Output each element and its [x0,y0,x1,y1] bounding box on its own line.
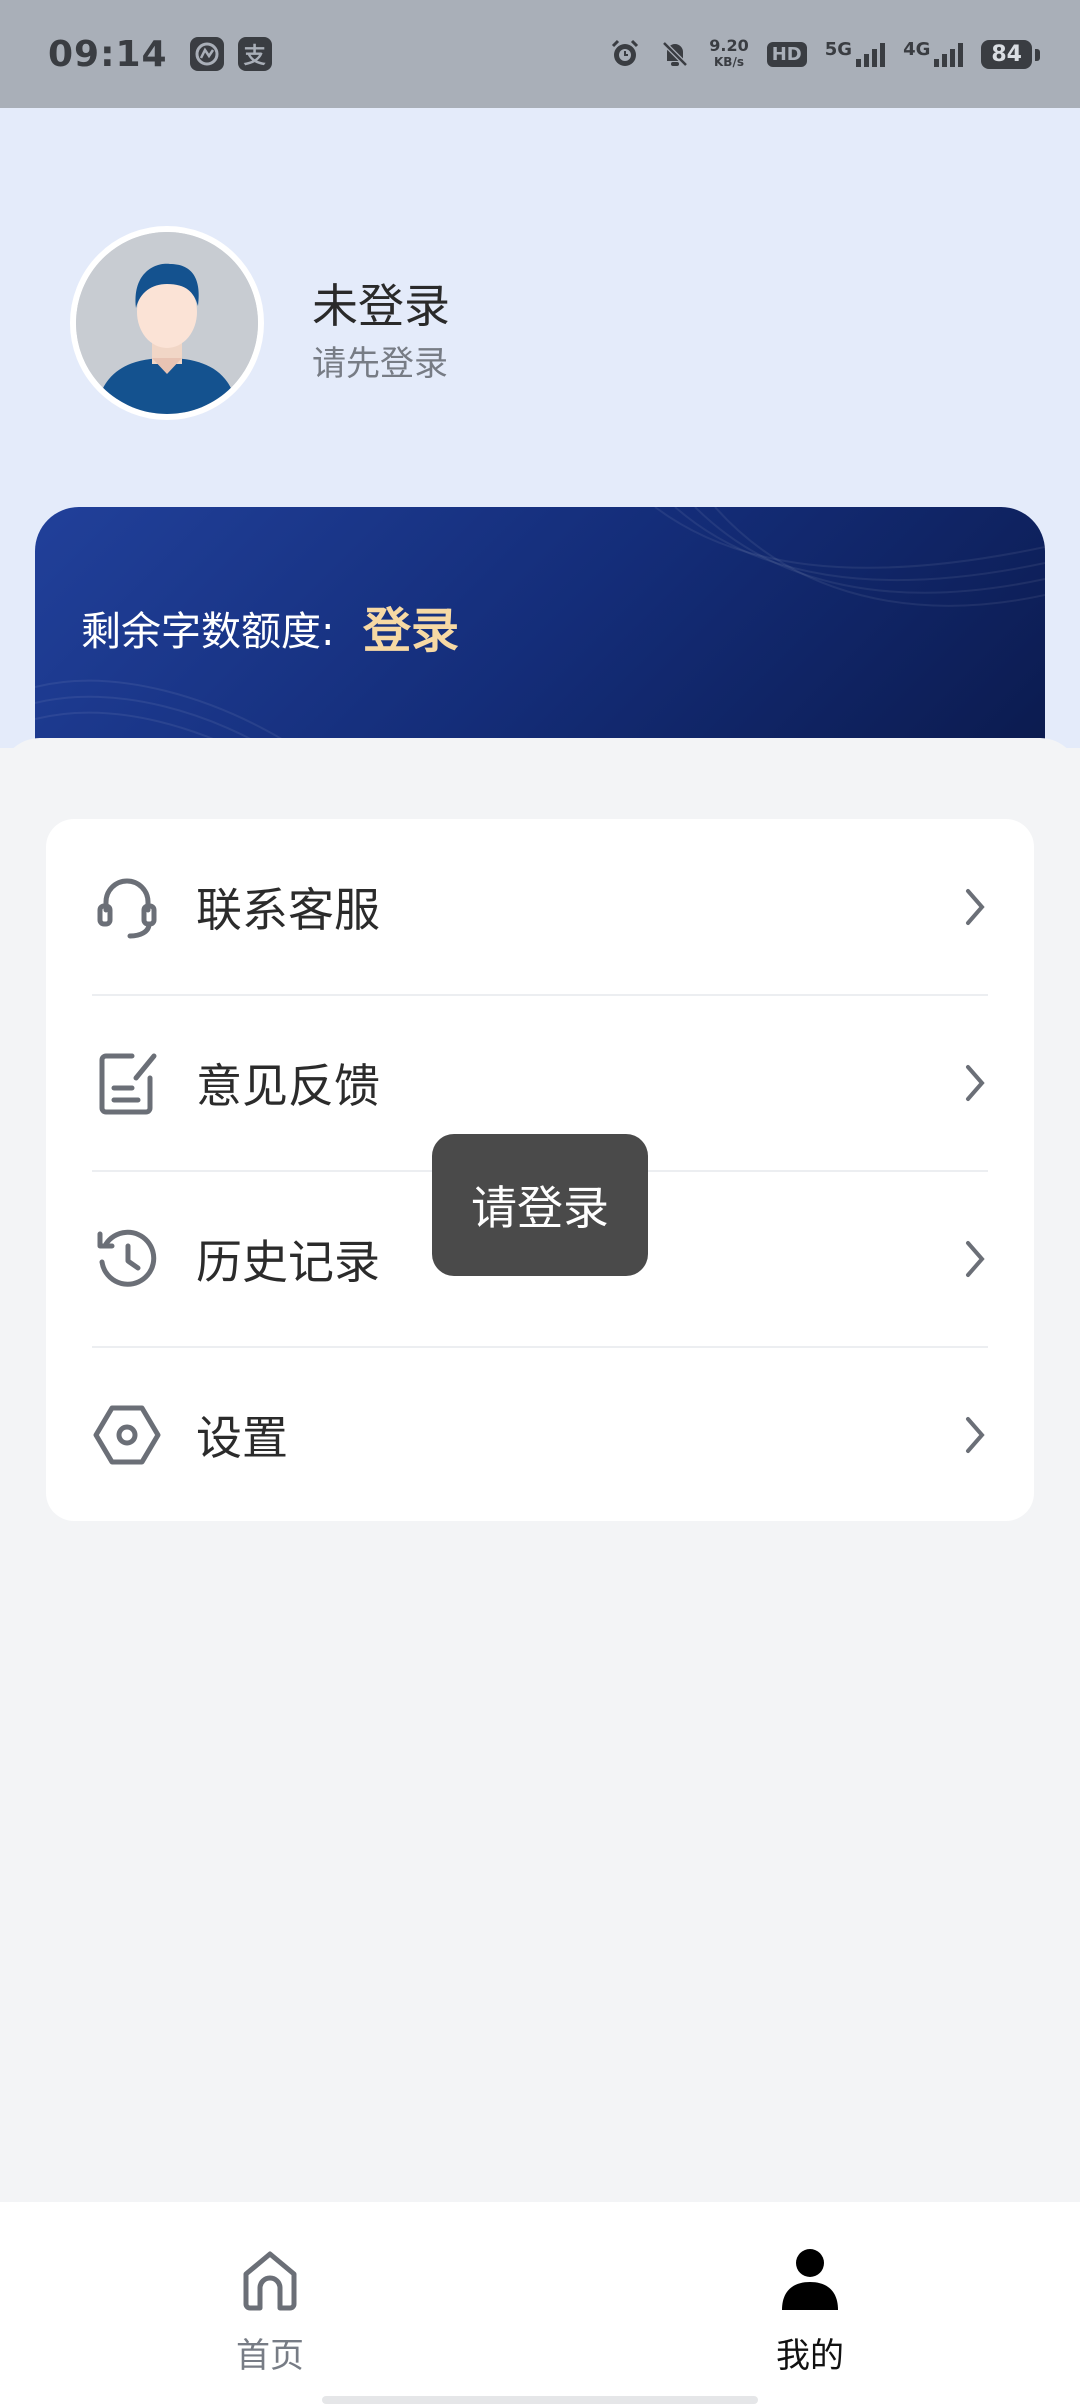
nav-item-mine[interactable]: 我的 [660,2202,960,2408]
feedback-icon [99,1053,157,1115]
nav-label: 我的 [776,2336,844,2376]
battery-indicator: 84 [981,39,1040,69]
bottom-nav: 首页 我的 [0,2202,1080,2408]
status-app-icons: 支 [189,37,272,71]
person-icon [782,2249,838,2310]
alipay-icon: 支 [237,37,272,71]
avatar[interactable] [70,226,264,420]
mute-bell-icon [662,41,689,67]
menu-item-contact-service[interactable]: 联系客服 [46,819,1034,995]
settings-icon [93,1405,161,1465]
quota-card: 剩余字数额度: 登录 [35,507,1045,777]
user-name[interactable]: 未登录 [312,270,450,336]
status-time: 09:14 [48,33,168,75]
menu-item-label: 联系客服 [196,883,380,937]
status-bar: 09:14 支 9.20 KB/s HD 5G 4G 84 [0,0,1080,108]
hd-badge: HD [766,41,807,67]
menu-item-label: 历史记录 [196,1235,380,1289]
menu-item-settings[interactable]: 设置 [46,1347,1034,1523]
home-icon [243,2251,297,2311]
menu-item-label: 意见反馈 [196,1059,380,1113]
chevron-right-icon [966,1065,985,1101]
history-icon [97,1229,157,1287]
chevron-right-icon [966,889,985,925]
headset-icon [97,878,157,939]
quota-label: 剩余字数额度: [81,609,335,655]
signal-bars-icon [856,41,886,67]
alarm-icon [612,39,639,66]
signal-4g: 4G [903,41,964,67]
signal-bars-icon [934,41,964,67]
status-indicators: 9.20 KB/s HD 5G 4G 84 [609,36,1040,70]
default-avatar-icon [76,232,258,414]
quota-login-link[interactable]: 登录 [363,591,459,661]
net-speed: 9.20 KB/s [709,36,749,70]
chevron-right-icon [966,1417,985,1453]
home-indicator [322,2396,758,2404]
user-subtitle[interactable]: 请先登录 [312,336,448,385]
signal-5g: 5G [825,41,886,67]
menu-item-label: 设置 [196,1411,288,1465]
chevron-right-icon [966,1241,985,1277]
nav-label: 首页 [236,2336,304,2376]
nav-item-home[interactable]: 首页 [120,2202,420,2408]
toast-message: 请登录 [432,1134,648,1276]
ai-app-icon [189,37,224,71]
